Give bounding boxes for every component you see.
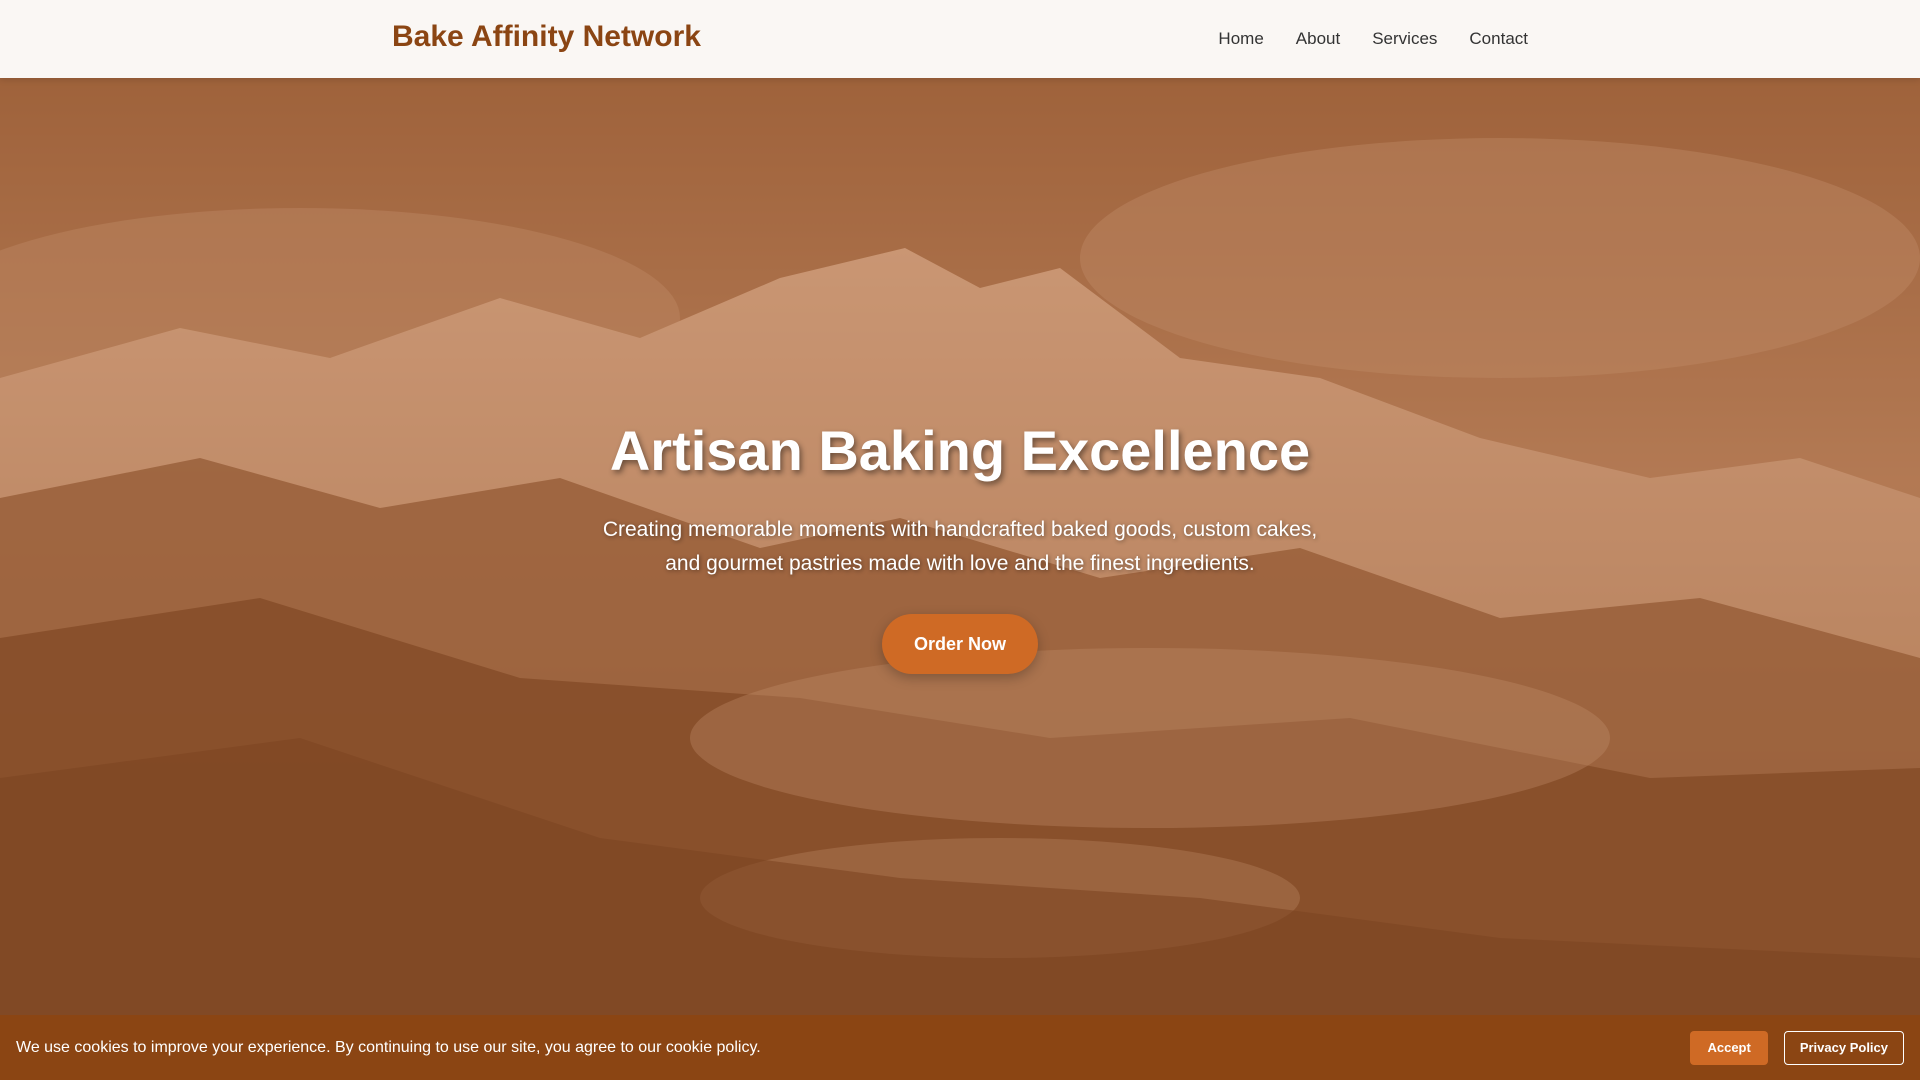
accept-cookies-button[interactable]: Accept <box>1690 1030 1768 1065</box>
hero-content: Artisan Baking Excellence Creating memor… <box>0 418 1920 674</box>
site-logo[interactable]: Bake Affinity Network <box>392 20 701 54</box>
order-now-button[interactable]: Order Now <box>881 614 1038 674</box>
hero-subtitle: Creating memorable moments with handcraf… <box>602 518 1318 575</box>
cookie-banner: We use cookies to improve your experienc… <box>0 1015 1920 1080</box>
main-nav: Home About Services Contact <box>1218 29 1528 49</box>
cookie-actions: Accept Privacy Policy <box>1690 1030 1904 1065</box>
hero-title: Artisan Baking Excellence <box>609 419 1311 482</box>
cookie-message: We use cookies to improve your experienc… <box>16 1038 761 1056</box>
nav-link-about[interactable]: About <box>1296 29 1340 49</box>
privacy-policy-button[interactable]: Privacy Policy <box>1783 1030 1904 1065</box>
hero-section: Artisan Baking Excellence Creating memor… <box>0 78 1920 1080</box>
nav-link-home[interactable]: Home <box>1218 29 1263 49</box>
nav-link-services[interactable]: Services <box>1372 29 1437 49</box>
nav-link-contact[interactable]: Contact <box>1469 29 1528 49</box>
site-header: Bake Affinity Network Home About Service… <box>0 0 1920 78</box>
